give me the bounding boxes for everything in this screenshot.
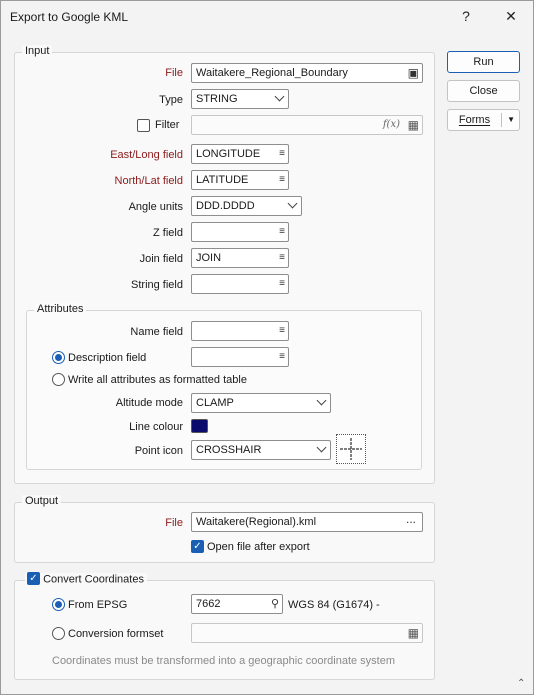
output-file-field[interactable]: Waitakere(Regional).kml ... bbox=[191, 512, 423, 532]
altitude-value: CLAMP bbox=[196, 397, 234, 409]
crosshair-icon bbox=[340, 438, 362, 460]
list-icon[interactable]: ≡ bbox=[279, 223, 285, 241]
filter-checkbox[interactable] bbox=[137, 119, 150, 132]
list-icon[interactable]: ≡ bbox=[279, 145, 285, 163]
list-icon[interactable]: ≡ bbox=[279, 275, 285, 293]
calendar-browse-icon[interactable]: ▣ bbox=[408, 64, 419, 82]
forms-button[interactable]: Forms ▼ bbox=[447, 109, 520, 131]
convert-note: Coordinates must be transformed into a g… bbox=[52, 655, 396, 667]
epsg-field[interactable]: 7662 ⚲ bbox=[191, 594, 283, 614]
angle-value: DDD.DDDD bbox=[196, 200, 255, 212]
filter-field[interactable]: f(x) ▦ bbox=[191, 115, 423, 135]
input-file-value: Waitakere_Regional_Boundary bbox=[196, 67, 348, 79]
line-colour-label: Line colour bbox=[129, 421, 183, 433]
function-icon[interactable]: f(x) bbox=[383, 116, 400, 134]
angle-select[interactable]: DDD.DDDD bbox=[191, 196, 302, 216]
point-icon-preview[interactable] bbox=[336, 434, 366, 464]
attributes-group-title: Attributes bbox=[34, 303, 87, 315]
chevron-down-icon bbox=[274, 91, 285, 102]
east-field[interactable]: LONGITUDE ≡ bbox=[191, 144, 289, 164]
close-button[interactable]: Close bbox=[447, 80, 520, 102]
list-icon[interactable]: ≡ bbox=[279, 171, 285, 189]
output-file-value: Waitakere(Regional).kml bbox=[196, 516, 317, 528]
from-epsg-radio[interactable] bbox=[52, 598, 65, 611]
north-label: North/Lat field bbox=[114, 175, 183, 187]
forms-divider bbox=[501, 113, 502, 127]
name-field-label: Name field bbox=[130, 326, 183, 338]
browse-icon[interactable]: ... bbox=[406, 513, 416, 528]
table-icon[interactable]: ▦ bbox=[408, 116, 419, 134]
north-field[interactable]: LATITUDE ≡ bbox=[191, 170, 289, 190]
type-select[interactable]: STRING bbox=[191, 89, 289, 109]
join-field[interactable]: JOIN ≡ bbox=[191, 248, 289, 268]
output-file-label: File bbox=[165, 517, 183, 529]
epsg-description: WGS 84 (G1674) - bbox=[288, 599, 380, 611]
write-all-label: Write all attributes as formatted table bbox=[68, 374, 247, 386]
conversion-formset-field[interactable]: ▦ bbox=[191, 623, 423, 643]
table-icon[interactable]: ▦ bbox=[408, 624, 419, 642]
export-kml-dialog: Export to Google KML ? ✕ Run Close Forms… bbox=[0, 0, 534, 695]
point-icon-select[interactable]: CROSSHAIR bbox=[191, 440, 331, 460]
input-file-label: File bbox=[165, 67, 183, 79]
resize-grip-icon[interactable]: ⌃ bbox=[517, 678, 525, 689]
open-after-checkbox[interactable]: ✓ bbox=[191, 540, 204, 553]
point-icon-value: CROSSHAIR bbox=[196, 444, 262, 456]
epsg-value: 7662 bbox=[196, 598, 221, 610]
conversion-formset-label: Conversion formset bbox=[68, 628, 164, 640]
chevron-down-icon bbox=[316, 395, 327, 406]
from-epsg-label: From EPSG bbox=[68, 599, 128, 611]
description-label: Description field bbox=[68, 352, 147, 364]
name-field[interactable]: ≡ bbox=[191, 321, 289, 341]
forms-label: Forms bbox=[458, 114, 491, 126]
type-label: Type bbox=[159, 94, 183, 106]
title-bar: Export to Google KML ? ✕ bbox=[1, 1, 533, 32]
point-icon-label: Point icon bbox=[134, 445, 183, 457]
altitude-label: Altitude mode bbox=[115, 397, 183, 409]
convert-label: Convert Coordinates bbox=[43, 573, 144, 586]
filter-label: Filter bbox=[155, 119, 180, 131]
z-label: Z field bbox=[153, 227, 183, 239]
window-title: Export to Google KML bbox=[10, 10, 129, 24]
close-window-button[interactable]: ✕ bbox=[498, 5, 524, 27]
list-icon[interactable]: ≡ bbox=[279, 249, 285, 267]
line-colour-swatch[interactable] bbox=[191, 419, 208, 433]
string-label: String field bbox=[131, 279, 183, 291]
east-value: LONGITUDE bbox=[196, 148, 261, 160]
description-radio[interactable] bbox=[52, 351, 65, 364]
angle-label: Angle units bbox=[128, 201, 183, 213]
z-field[interactable]: ≡ bbox=[191, 222, 289, 242]
forms-dropdown-icon[interactable]: ▼ bbox=[507, 110, 515, 130]
convert-group-title: ✓ Convert Coordinates bbox=[25, 572, 147, 586]
run-button[interactable]: Run bbox=[447, 51, 520, 73]
north-value: LATITUDE bbox=[196, 174, 249, 186]
input-file-field[interactable]: Waitakere_Regional_Boundary ▣ bbox=[191, 63, 423, 83]
string-field[interactable]: ≡ bbox=[191, 274, 289, 294]
list-icon[interactable]: ≡ bbox=[279, 322, 285, 340]
output-group-title: Output bbox=[22, 495, 62, 507]
east-label: East/Long field bbox=[110, 149, 183, 161]
open-after-label: Open file after export bbox=[207, 541, 310, 553]
altitude-select[interactable]: CLAMP bbox=[191, 393, 331, 413]
input-group-title: Input bbox=[22, 45, 53, 57]
chevron-down-icon bbox=[287, 198, 298, 209]
search-icon[interactable]: ⚲ bbox=[271, 595, 279, 613]
conversion-formset-radio[interactable] bbox=[52, 627, 65, 640]
type-value: STRING bbox=[196, 93, 238, 105]
list-icon[interactable]: ≡ bbox=[279, 348, 285, 366]
chevron-down-icon bbox=[316, 442, 327, 453]
description-field[interactable]: ≡ bbox=[191, 347, 289, 367]
join-label: Join field bbox=[139, 253, 183, 265]
join-value: JOIN bbox=[196, 252, 222, 264]
help-button[interactable]: ? bbox=[453, 5, 479, 27]
convert-checkbox[interactable]: ✓ bbox=[27, 572, 40, 585]
write-all-radio[interactable] bbox=[52, 373, 65, 386]
